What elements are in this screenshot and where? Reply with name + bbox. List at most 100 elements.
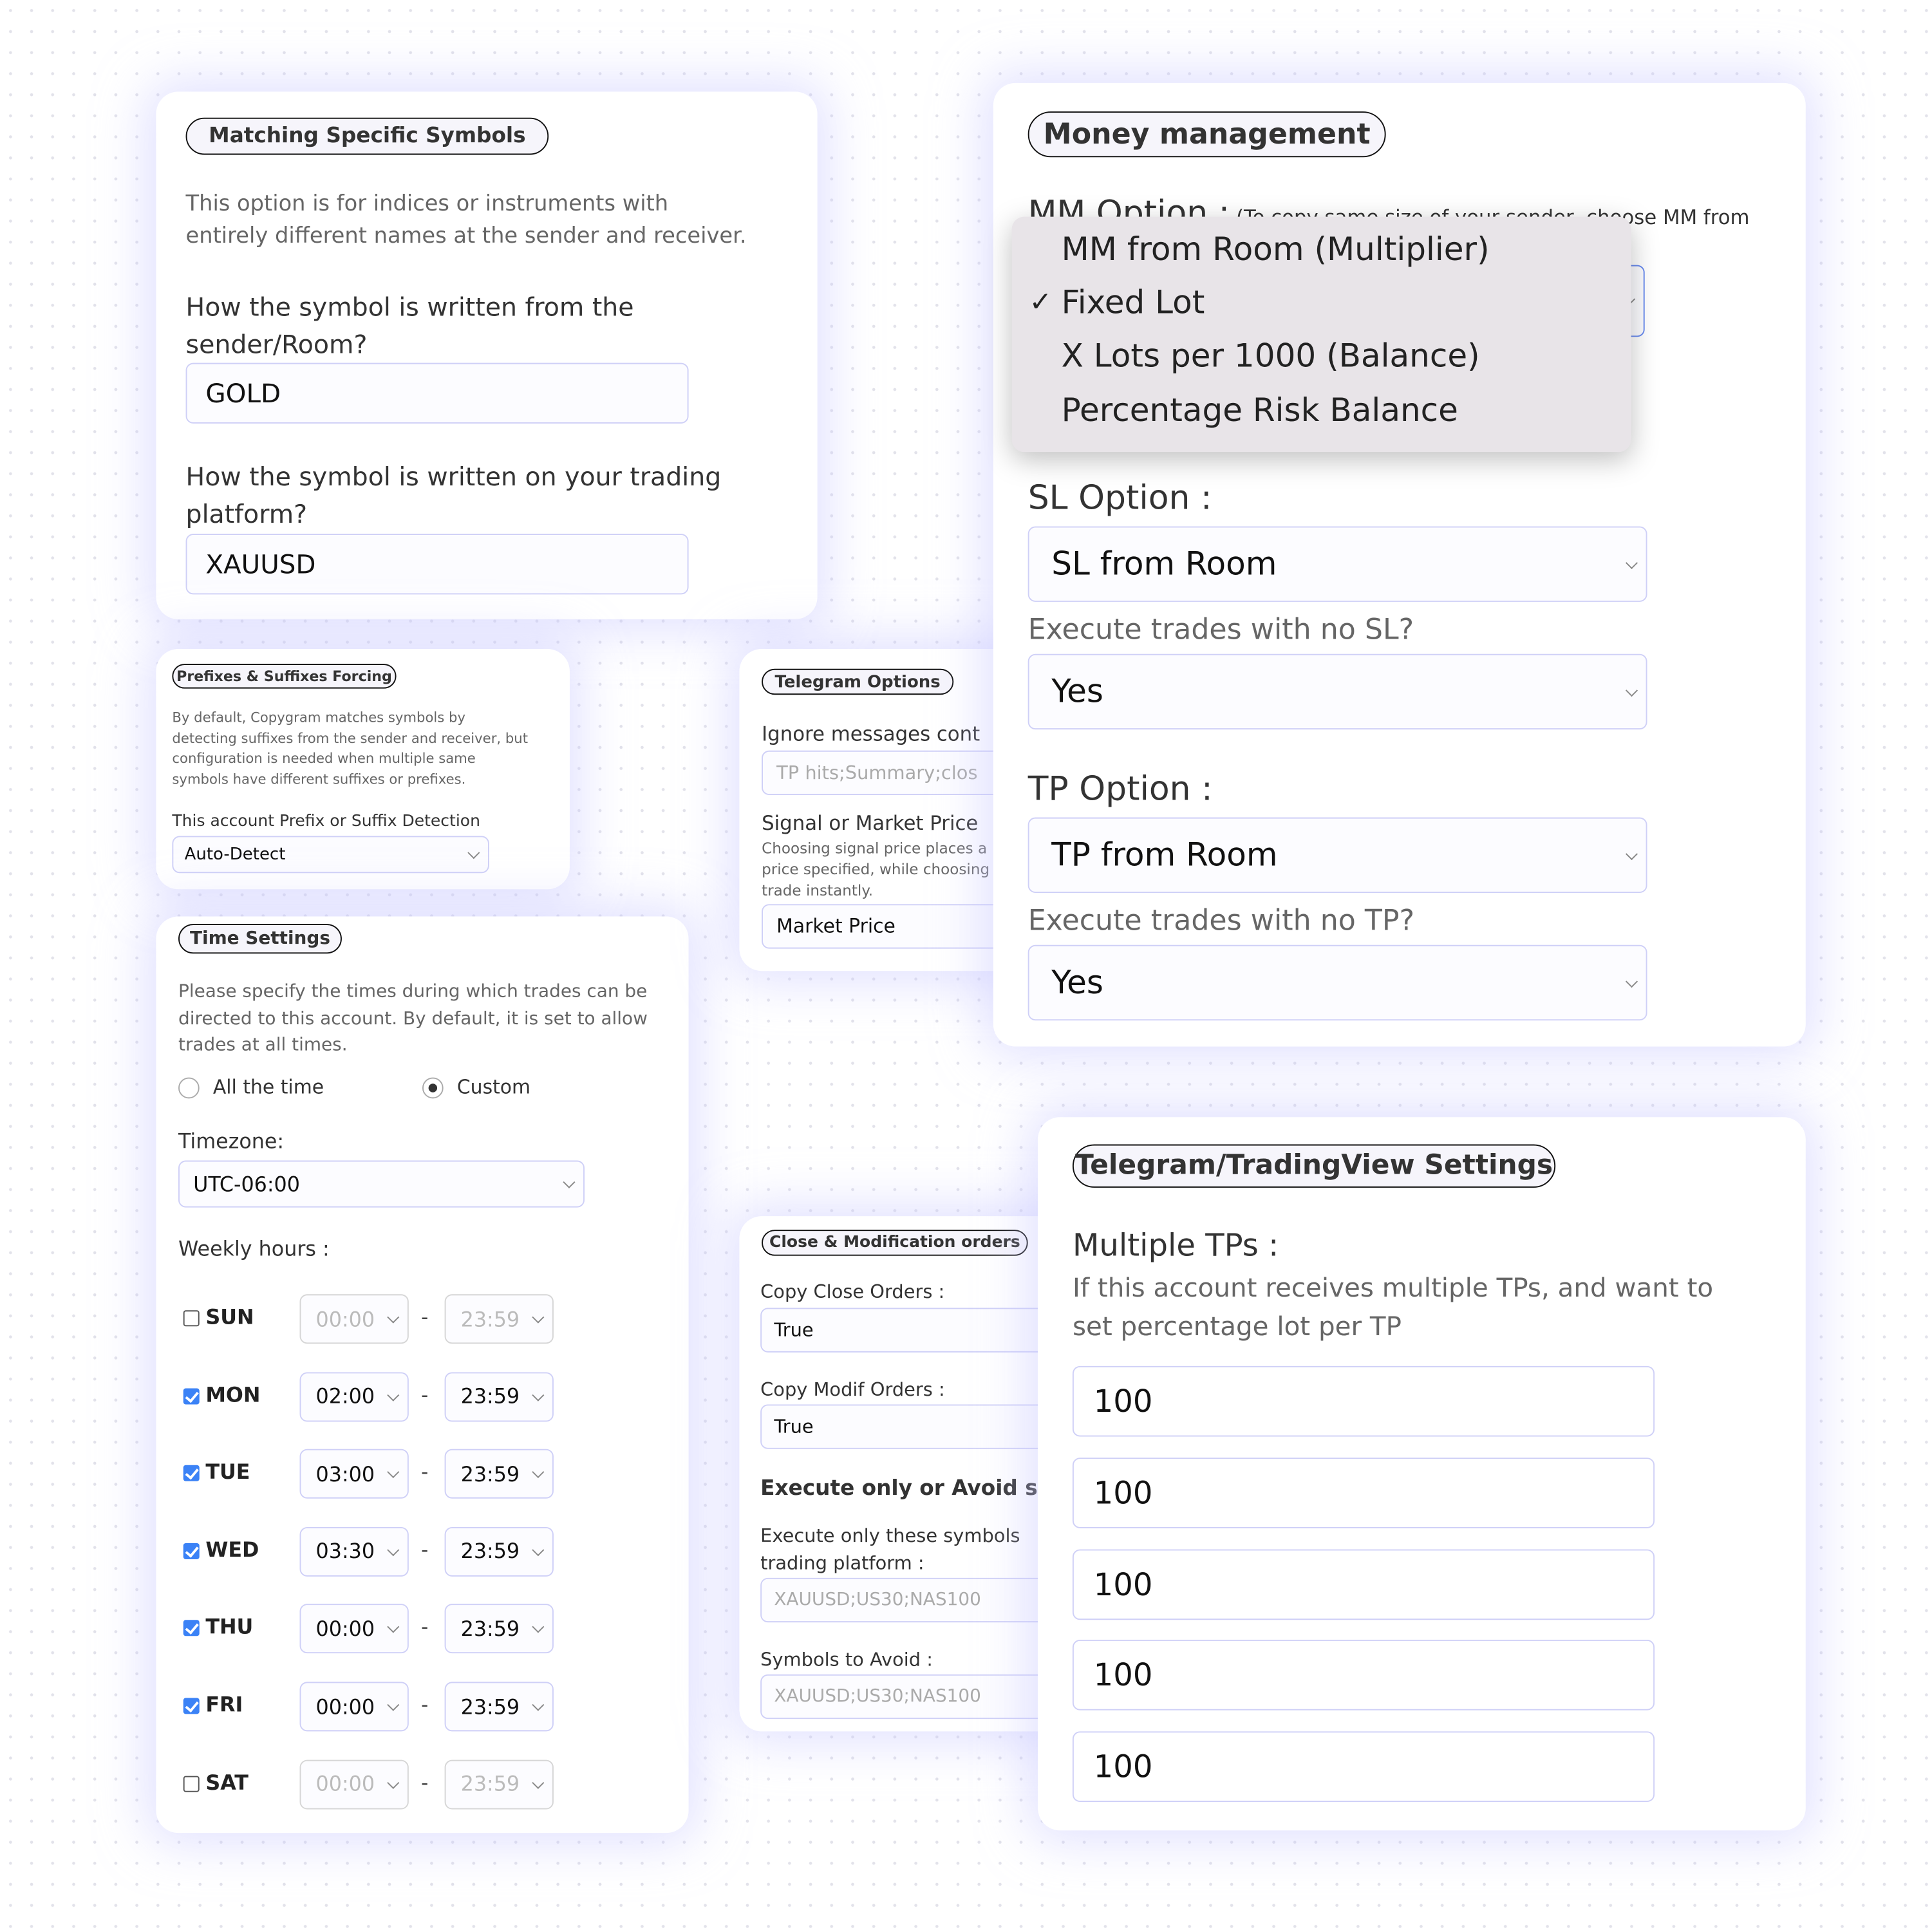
day-to-select[interactable]: 23:59 bbox=[444, 1759, 554, 1809]
tp-percentage-input[interactable]: 100 bbox=[1072, 1365, 1655, 1437]
day-from-select[interactable]: 00:00 bbox=[299, 1682, 409, 1732]
day-checkbox[interactable] bbox=[183, 1775, 200, 1792]
no-tp-select[interactable]: Yes bbox=[1027, 944, 1647, 1021]
day-from-select[interactable]: 00:00 bbox=[299, 1294, 409, 1344]
radio-all-the-time[interactable] bbox=[178, 1077, 200, 1099]
select-value: 03:30 bbox=[315, 1539, 375, 1564]
menu-item-lots-per-1000[interactable]: X Lots per 1000 (Balance) bbox=[1062, 338, 1480, 375]
symbols-avoid-label: Symbols to Avoid : bbox=[760, 1648, 933, 1671]
day-from-select[interactable]: 00:00 bbox=[299, 1604, 409, 1654]
day-to-select[interactable]: 23:59 bbox=[444, 1371, 554, 1421]
day-checkbox[interactable] bbox=[183, 1620, 200, 1637]
sender-symbol-label: How the symbol is written from the sender… bbox=[186, 288, 634, 362]
menu-item-label: X Lots per 1000 (Balance) bbox=[1061, 338, 1480, 375]
execute-only-label: Execute only these symbols trading platfo… bbox=[760, 1522, 1020, 1577]
label-line: sender/Room? bbox=[185, 329, 368, 359]
no-sl-label: Execute trades with no SL? bbox=[1027, 614, 1414, 647]
radio-custom[interactable] bbox=[422, 1077, 444, 1099]
chevron-down-icon bbox=[387, 1543, 400, 1556]
description-line: set percentage lot per TP bbox=[1072, 1311, 1402, 1342]
sender-symbol-input[interactable]: GOLD bbox=[185, 362, 689, 424]
multiple-tps-description: If this account receives multiple TPs, a… bbox=[1073, 1270, 1713, 1346]
select-value: 23:59 bbox=[460, 1772, 520, 1796]
input-value: 100 bbox=[1093, 1566, 1153, 1602]
day-from-select[interactable]: 00:00 bbox=[299, 1759, 409, 1809]
tp-percentage-input[interactable]: 100 bbox=[1072, 1548, 1655, 1620]
input-placeholder: XAUUSD;US30;NAS100 bbox=[774, 1590, 981, 1610]
select-value: True bbox=[774, 1318, 814, 1342]
input-value: XAUUSD bbox=[205, 549, 316, 579]
tp-percentage-input[interactable]: 100 bbox=[1072, 1731, 1655, 1803]
select-value: 00:00 bbox=[315, 1617, 375, 1641]
day-label: THU bbox=[205, 1615, 254, 1639]
tp-percentage-input[interactable]: 100 bbox=[1072, 1640, 1655, 1711]
day-to-select[interactable]: 23:59 bbox=[444, 1604, 554, 1654]
timezone-select[interactable]: UTC-06:00 bbox=[178, 1160, 585, 1208]
range-dash: - bbox=[421, 1537, 429, 1562]
detection-select[interactable]: Auto-Detect bbox=[172, 836, 489, 874]
day-checkbox[interactable] bbox=[183, 1387, 200, 1404]
select-value: 03:00 bbox=[315, 1462, 375, 1486]
chevron-down-icon bbox=[467, 847, 480, 859]
tp-option-select[interactable]: TP from Room bbox=[1027, 817, 1647, 894]
card-title: Matching Specific Symbols bbox=[185, 117, 549, 155]
day-checkbox[interactable] bbox=[183, 1698, 200, 1714]
tp-percentage-input[interactable]: 100 bbox=[1072, 1457, 1655, 1528]
select-value: 23:59 bbox=[460, 1307, 520, 1331]
chevron-down-icon bbox=[532, 1311, 545, 1324]
card-title: Telegram Options bbox=[762, 668, 954, 695]
no-sl-select[interactable]: Yes bbox=[1027, 653, 1647, 730]
chevron-down-icon bbox=[387, 1698, 400, 1711]
menu-item-percentage-risk[interactable]: Percentage Risk Balance bbox=[1062, 393, 1458, 430]
card-title: Close & Modification orders bbox=[762, 1230, 1028, 1256]
menu-item-fixed-lot[interactable]: Fixed Lot bbox=[1062, 285, 1205, 322]
platform-symbol-input[interactable]: XAUUSD bbox=[185, 534, 689, 595]
range-dash: - bbox=[421, 1460, 429, 1484]
sl-option-select[interactable]: SL from Room bbox=[1027, 526, 1647, 602]
day-to-select[interactable]: 23:59 bbox=[444, 1449, 554, 1499]
description-line: This option is for indices or instrument… bbox=[185, 192, 669, 217]
menu-item-label: MM from Room (Multiplier) bbox=[1061, 231, 1490, 269]
select-value: 23:59 bbox=[460, 1617, 520, 1641]
day-checkbox[interactable] bbox=[183, 1465, 200, 1482]
input-placeholder: XAUUSD;US30;NAS100 bbox=[774, 1687, 981, 1707]
chevron-down-icon bbox=[532, 1776, 545, 1789]
select-value: 23:59 bbox=[460, 1694, 520, 1719]
description-line: trades at all times. bbox=[178, 1035, 348, 1056]
time-settings-card: Time Settings Please specify the times d… bbox=[156, 916, 689, 1834]
timezone-label: Timezone: bbox=[178, 1129, 285, 1153]
chevron-down-icon bbox=[1625, 975, 1638, 988]
select-value: Yes bbox=[1051, 673, 1104, 711]
description-line: configuration is needed when multiple sa… bbox=[172, 751, 476, 767]
day-from-select[interactable]: 02:00 bbox=[299, 1371, 409, 1421]
copy-close-label: Copy Close Orders : bbox=[760, 1280, 945, 1303]
chevron-down-icon bbox=[387, 1466, 400, 1479]
day-label: SAT bbox=[205, 1770, 249, 1794]
chevron-down-icon bbox=[1625, 684, 1638, 697]
day-checkbox[interactable] bbox=[183, 1543, 200, 1559]
day-from-select[interactable]: 03:00 bbox=[299, 1449, 409, 1499]
day-to-select[interactable]: 23:59 bbox=[444, 1526, 554, 1577]
menu-item-mm-from-room[interactable]: MM from Room (Multiplier) bbox=[1062, 232, 1490, 269]
execute-avoid-heading: Execute only or Avoid so bbox=[760, 1476, 1053, 1501]
day-from-select[interactable]: 03:30 bbox=[299, 1526, 409, 1577]
weekly-hours-label: Weekly hours : bbox=[178, 1237, 330, 1261]
label-line: trading platform : bbox=[760, 1552, 924, 1575]
description: By default, Copygram matches symbols by d… bbox=[172, 708, 528, 791]
description-line: trade instantly. bbox=[762, 881, 874, 899]
detection-label: This account Prefix or Suffix Detection bbox=[172, 812, 480, 831]
select-value: 02:00 bbox=[315, 1384, 375, 1409]
description-line: Please specify the times during which tr… bbox=[178, 982, 648, 1002]
settings-collage: Matching Specific Symbols This option is… bbox=[0, 0, 1932, 1932]
radio-label: Custom bbox=[456, 1076, 531, 1099]
chevron-down-icon bbox=[563, 1176, 576, 1188]
select-value: 23:59 bbox=[460, 1462, 520, 1486]
day-to-select[interactable]: 23:59 bbox=[444, 1294, 554, 1344]
card-title: Prefixes & Suffixes Forcing bbox=[172, 664, 397, 689]
input-value: 100 bbox=[1093, 1383, 1153, 1420]
day-checkbox[interactable] bbox=[183, 1310, 200, 1327]
label-line: Execute only these symbols bbox=[760, 1524, 1020, 1547]
day-to-select[interactable]: 23:59 bbox=[444, 1682, 554, 1732]
description: This option is for indices or instrument… bbox=[186, 188, 747, 252]
prefix-suffix-card: Prefixes & Suffixes Forcing By default, … bbox=[156, 649, 570, 890]
